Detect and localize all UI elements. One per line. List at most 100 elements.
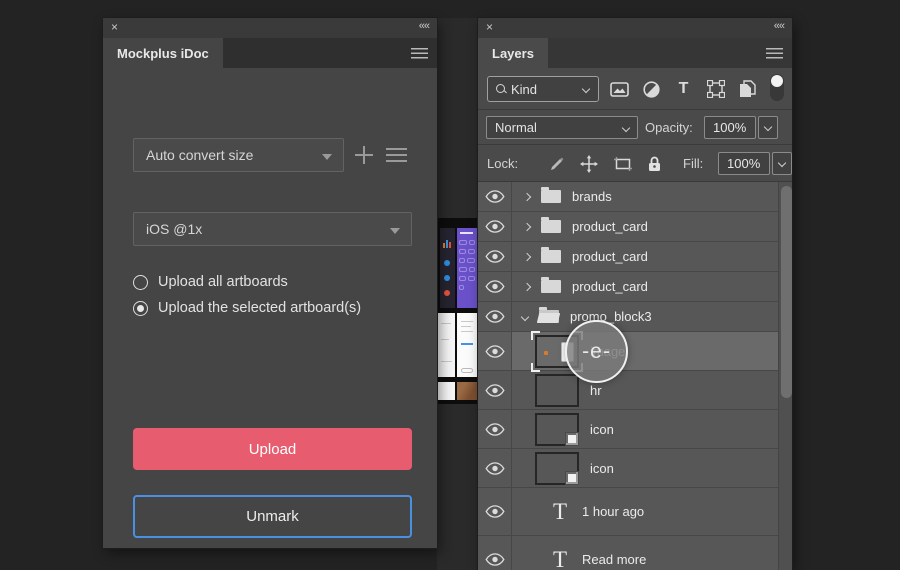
filter-toggle-switch[interactable] [770,74,784,101]
visibility-toggle[interactable] [478,410,512,448]
layers-scrollbar[interactable] [778,182,792,570]
chevron-right-icon[interactable] [522,222,532,231]
canvas-pasteboard [437,218,478,404]
add-size-button[interactable] [355,146,373,164]
layer-row-content[interactable]: brands [512,182,778,211]
layer-row-content[interactable]: hr [512,371,778,409]
layer-name: brands [572,189,612,204]
layer-row-icon[interactable]: icon [478,449,778,488]
chevron-down-icon [390,228,400,234]
layer-row-image[interactable]: image [478,330,778,372]
layer-row-content[interactable]: T 1 hour ago [512,488,778,535]
visibility-toggle[interactable] [478,242,512,271]
lock-position-icon[interactable] [580,154,598,173]
visibility-toggle[interactable] [478,182,512,211]
visibility-toggle[interactable] [478,332,512,370]
canvas-artboard-white [438,313,455,377]
canvas-artboard-photo [457,382,477,400]
layer-name: hr [590,382,602,398]
layer-row-promo_block3[interactable]: promo_block3 [478,302,778,332]
unmark-button[interactable]: Unmark [133,495,412,538]
layer-row-content[interactable]: icon [512,410,778,448]
social-dot [444,290,450,296]
radio-upload-selected[interactable]: Upload the selected artboard(s) [133,300,361,316]
filter-shape-layers-icon[interactable] [706,80,725,99]
visibility-toggle[interactable] [478,536,512,570]
layer-row-content[interactable]: icon [512,449,778,487]
blend-mode-value: Normal [495,120,537,135]
radio-label: Upload all artboards [158,274,288,290]
layer-row-brands[interactable]: brands [478,182,778,212]
close-icon[interactable]: × [111,20,118,34]
mockplus-body: Auto convert size iOS @1x Upload all art… [103,68,437,548]
visibility-toggle[interactable] [478,371,512,409]
eye-icon [484,280,505,293]
layer-row-content[interactable]: T Read more [512,536,778,570]
layer-row-hr[interactable]: hr [478,371,778,410]
lock-artboard-icon[interactable] [613,156,633,172]
layer-row-product_card[interactable]: product_card [478,212,778,242]
layer-row-product_card[interactable]: product_card [478,272,778,302]
lock-all-icon[interactable] [648,156,661,172]
social-dot [444,275,450,281]
chevron-right-icon[interactable] [522,192,532,201]
tab-mockplus-idoc[interactable]: Mockplus iDoc [103,38,223,68]
platform-select[interactable]: iOS @1x [133,212,412,246]
fill-dropdown-button[interactable] [772,152,792,175]
layer-row-content[interactable]: image [512,330,778,372]
visibility-toggle[interactable] [478,449,512,487]
layer-thumbnail[interactable] [535,412,579,446]
filter-type-layers-icon[interactable]: T [674,80,693,99]
layer-row-product_card[interactable]: product_card [478,242,778,272]
size-list-menu-icon[interactable] [386,148,407,162]
chevron-right-icon[interactable] [522,252,532,261]
social-dot [444,260,450,266]
collapse-panel-icon[interactable]: «« [419,20,430,32]
layer-name: icon [590,460,614,476]
visibility-toggle[interactable] [478,272,512,301]
fill-value-field[interactable]: 100% [718,152,770,175]
chevron-down-icon [581,84,591,94]
upload-button[interactable]: Upload [133,428,412,470]
radio-upload-all[interactable]: Upload all artboards [133,274,288,290]
visibility-toggle[interactable] [478,302,512,331]
panel-tabstrip: Layers [478,38,792,68]
panel-menu-icon[interactable] [766,48,783,59]
lock-transparent-pixels-icon[interactable] [520,157,534,171]
filter-kind-select[interactable]: Kind [487,76,599,102]
layer-row-content[interactable]: promo_block3 [512,302,778,331]
eye-icon [484,190,505,203]
layer-thumbnail[interactable] [535,451,579,485]
layer-list: brands product_card product_card product… [478,182,778,570]
filter-smart-objects-icon[interactable] [738,80,757,99]
layer-filter-row: Kind T [478,68,792,110]
scrollbar-thumb[interactable] [780,186,792,398]
visibility-toggle[interactable] [478,488,512,535]
layer-name: product_card [572,219,648,234]
layer-row-read-more[interactable]: T Read more [478,536,778,570]
chevron-right-icon[interactable] [522,282,532,291]
chevron-down-icon[interactable] [520,312,530,321]
filter-adjustment-layers-icon[interactable] [642,80,661,99]
layer-thumbnail[interactable] [535,373,579,407]
radio-label: Upload the selected artboard(s) [158,300,362,316]
collapse-panel-icon[interactable]: «« [774,20,785,32]
convert-size-select[interactable]: Auto convert size [133,138,344,172]
radio-icon [133,274,148,290]
lock-image-pixels-icon[interactable] [549,156,565,172]
opacity-dropdown-button[interactable] [758,116,778,139]
blend-mode-select[interactable]: Normal [486,116,638,139]
layer-row-icon[interactable]: icon [478,410,778,449]
panel-menu-icon[interactable] [411,48,428,59]
layer-row-content[interactable]: product_card [512,272,778,301]
opacity-value-field[interactable]: 100% [704,116,756,139]
visibility-toggle[interactable] [478,212,512,241]
layer-row-1-hour-ago[interactable]: T 1 hour ago [478,488,778,536]
layer-row-content[interactable]: product_card [512,212,778,241]
tab-layers[interactable]: Layers [478,38,548,68]
layer-row-content[interactable]: product_card [512,242,778,271]
lock-label: Lock: [487,156,519,171]
filter-pixel-layers-icon[interactable] [610,80,629,99]
layers-panel: × «« Layers Kind T Normal Opacity: 100% … [478,18,792,570]
close-icon[interactable]: × [486,20,493,34]
